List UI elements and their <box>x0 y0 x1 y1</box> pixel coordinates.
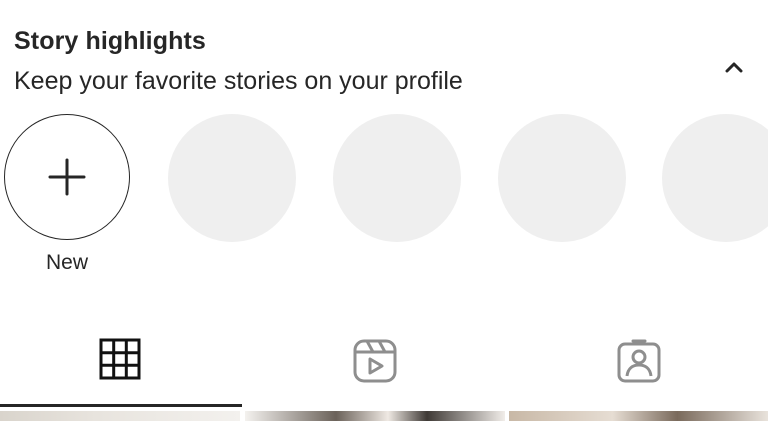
profile-tabs <box>0 330 768 408</box>
post-thumbnail[interactable] <box>509 411 768 421</box>
plus-icon <box>48 158 86 196</box>
story-highlights-header: Story highlights Keep your favorite stor… <box>14 25 754 97</box>
highlight-placeholder <box>333 114 461 242</box>
section-subtitle: Keep your favorite stories on your profi… <box>14 67 463 95</box>
post-thumbnail[interactable] <box>0 411 240 421</box>
reels-icon <box>353 339 397 383</box>
tab-reels[interactable] <box>255 330 495 408</box>
highlights-row: New <box>0 114 768 284</box>
highlight-placeholder <box>168 114 296 242</box>
tab-posts[interactable] <box>0 330 240 408</box>
chevron-up-icon <box>725 62 743 73</box>
highlight-placeholder <box>662 114 768 242</box>
post-thumbnail[interactable] <box>245 411 505 421</box>
new-highlight-label: New <box>45 251 88 274</box>
grid-icon <box>99 338 141 380</box>
new-highlight-button[interactable] <box>4 114 130 240</box>
active-tab-indicator <box>0 404 242 407</box>
tab-tagged[interactable] <box>519 330 759 408</box>
section-title: Story highlights <box>14 27 206 55</box>
tagged-person-icon <box>617 339 661 383</box>
highlight-placeholder <box>498 114 626 242</box>
collapse-button[interactable] <box>720 55 748 79</box>
